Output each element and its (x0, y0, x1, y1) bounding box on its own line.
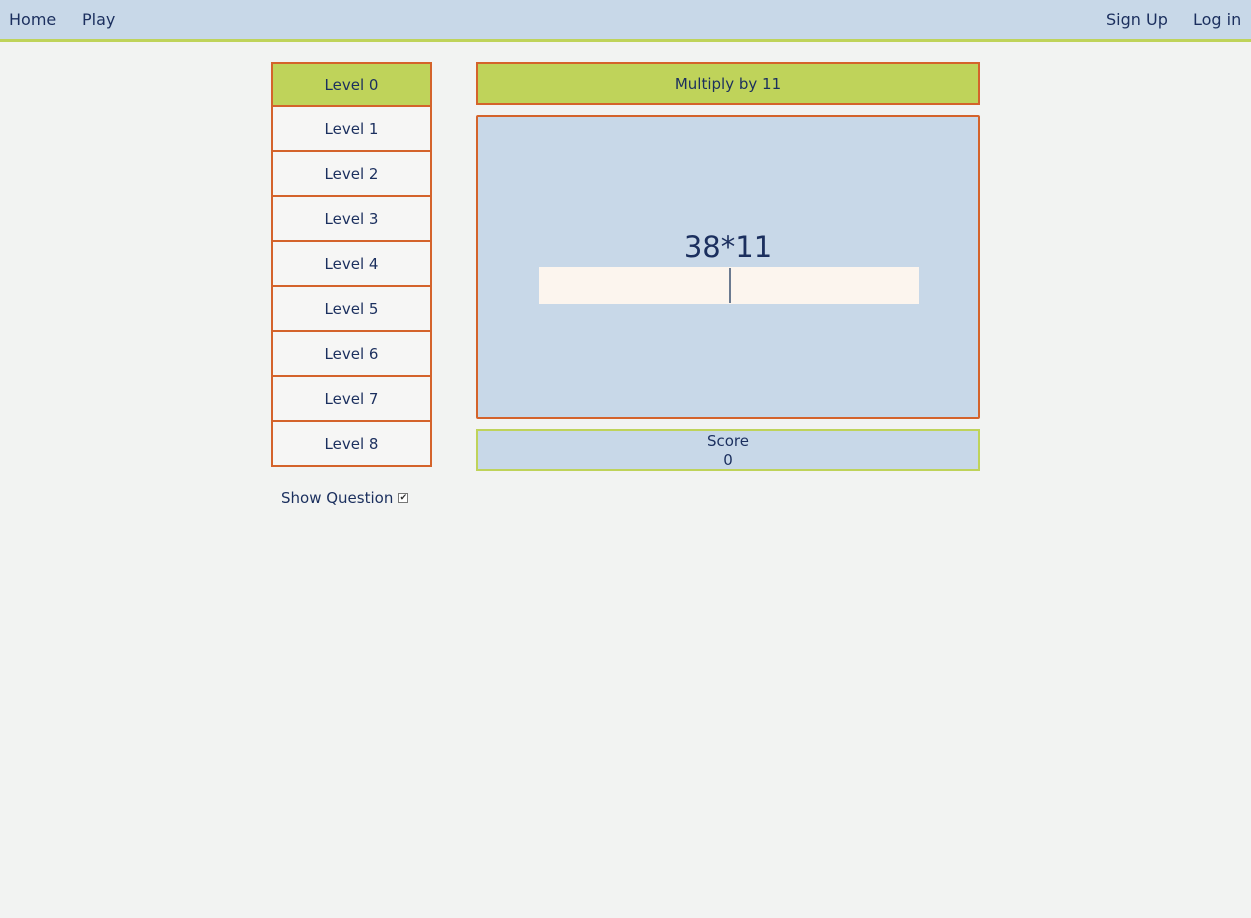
level-title: Multiply by 11 (674, 74, 782, 93)
level-item-8[interactable]: Level 8 (271, 422, 432, 467)
level-item-3[interactable]: Level 3 (271, 197, 432, 242)
question-text: 38*11 (683, 230, 773, 264)
level-list: Level 0 Level 1 Level 2 Level 3 Level 4 … (271, 62, 432, 467)
level-item-6[interactable]: Level 6 (271, 332, 432, 377)
level-item-4[interactable]: Level 4 (271, 242, 432, 287)
game-panel: 38*11 (476, 115, 980, 419)
score-value: 0 (723, 451, 733, 469)
score-label: Score (706, 432, 749, 450)
score-panel: Score 0 (476, 429, 980, 471)
nav-sign-up-link[interactable]: Sign Up (1106, 10, 1168, 29)
show-question-toggle: Show Question ✔ (281, 489, 409, 507)
text-caret (729, 268, 731, 303)
level-item-5[interactable]: Level 5 (271, 287, 432, 332)
level-item-1[interactable]: Level 1 (271, 107, 432, 152)
nav-home-link[interactable]: Home (9, 10, 56, 29)
level-item-7[interactable]: Level 7 (271, 377, 432, 422)
nav-play-link[interactable]: Play (82, 10, 115, 29)
level-item-2[interactable]: Level 2 (271, 152, 432, 197)
top-navbar: Home Play Sign Up Log in (0, 0, 1251, 42)
show-question-checkbox[interactable]: ✔ (398, 493, 409, 503)
show-question-label: Show Question (281, 489, 394, 507)
nav-log-in-link[interactable]: Log in (1193, 10, 1241, 29)
level-title-bar: Multiply by 11 (476, 62, 980, 105)
level-item-0[interactable]: Level 0 (271, 62, 432, 107)
